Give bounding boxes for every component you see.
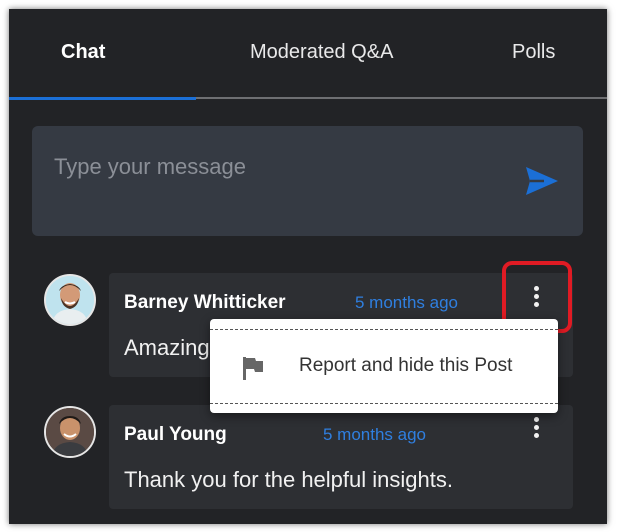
message-input[interactable]: Type your message <box>32 126 583 236</box>
message-timestamp: 5 months ago <box>323 425 427 444</box>
chat-panel: Chat Moderated Q&A Polls Type your messa… <box>9 9 607 524</box>
active-tab-indicator <box>9 97 196 100</box>
flag-icon <box>243 357 263 380</box>
send-icon[interactable] <box>524 163 560 199</box>
message-card: Paul Young 5 months ago Thank you for th… <box>109 405 573 509</box>
tab-bar: Chat Moderated Q&A Polls <box>9 9 607 100</box>
menu-item-label: Report and hide this Post <box>299 355 513 376</box>
avatar <box>44 274 96 326</box>
message-text: Amazing <box>124 335 210 360</box>
message-author: Barney Whitticker <box>124 292 286 313</box>
report-hide-post-menu-item[interactable]: Report and hide this Post <box>210 341 558 393</box>
tab-polls[interactable]: Polls <box>512 41 555 64</box>
menu-divider <box>210 329 558 330</box>
tab-moderated-qa[interactable]: Moderated Q&A <box>250 41 393 64</box>
menu-divider <box>210 403 558 404</box>
context-menu: Report and hide this Post <box>210 319 558 413</box>
message-input-placeholder: Type your message <box>54 154 246 179</box>
more-vertical-icon[interactable] <box>529 417 543 441</box>
avatar <box>44 406 96 458</box>
message-author: Paul Young <box>124 424 227 445</box>
message-timestamp: 5 months ago <box>355 293 459 312</box>
message-text: Thank you for the helpful insights. <box>124 467 453 492</box>
tab-chat[interactable]: Chat <box>61 41 105 64</box>
